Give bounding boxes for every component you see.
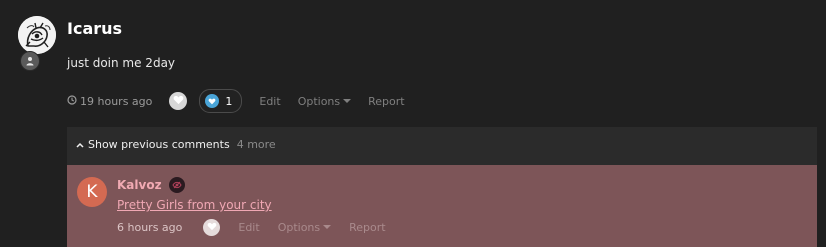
post-actions: 19 hours ago 1 Edit Options Report <box>67 89 405 113</box>
post-timestamp[interactable]: 19 hours ago <box>67 95 152 108</box>
comment-like-button[interactable] <box>203 218 221 236</box>
heart-reaction-icon <box>205 94 220 108</box>
comment-item: K Kalvoz Pretty Girls from your city 6 h… <box>67 165 817 247</box>
comment-options-dropdown[interactable]: Options <box>277 220 332 234</box>
more-count: 4 more <box>236 138 276 151</box>
show-previous-label: Show previous comments <box>88 138 230 151</box>
comment-author-row: Kalvoz <box>117 177 185 193</box>
post-body: just doin me 2day <box>67 56 176 70</box>
author-avatar[interactable] <box>18 16 56 54</box>
like-button[interactable] <box>169 92 188 110</box>
heart-icon <box>173 95 184 108</box>
post-time-text: 19 hours ago <box>80 94 153 108</box>
reaction-summary[interactable]: 1 <box>199 89 243 113</box>
comment-time[interactable]: 6 hours ago <box>117 221 182 234</box>
post-author[interactable]: Icarus <box>67 19 122 38</box>
chevron-up-icon <box>76 138 84 151</box>
clock-icon <box>67 94 77 108</box>
comment-author[interactable]: Kalvoz <box>117 178 162 192</box>
caret-down-icon <box>323 225 332 229</box>
heart-icon <box>207 221 217 234</box>
comment-report-link[interactable]: Report <box>349 221 385 234</box>
options-label: Options <box>297 94 341 108</box>
comment-avatar[interactable]: K <box>77 177 107 207</box>
eye-badge-icon <box>168 177 185 193</box>
edit-link[interactable]: Edit <box>259 95 280 108</box>
report-link[interactable]: Report <box>368 95 404 108</box>
comment-text-link[interactable]: Pretty Girls from your city <box>117 198 272 212</box>
options-dropdown[interactable]: Options <box>297 94 352 108</box>
comment-actions: 6 hours ago Edit Options Report <box>117 218 386 236</box>
show-previous-comments[interactable]: Show previous comments 4 more <box>76 138 276 151</box>
comment-options-label: Options <box>277 220 321 234</box>
comments-section: Show previous comments 4 more K Kalvoz P… <box>67 127 817 247</box>
post: Icarus just doin me 2day 19 hours ago 1 … <box>0 0 826 247</box>
user-badge-icon <box>20 51 40 71</box>
comment-edit-link[interactable]: Edit <box>238 221 259 234</box>
reaction-count: 1 <box>225 94 233 108</box>
avatar-image <box>18 16 56 54</box>
caret-down-icon <box>343 99 352 103</box>
